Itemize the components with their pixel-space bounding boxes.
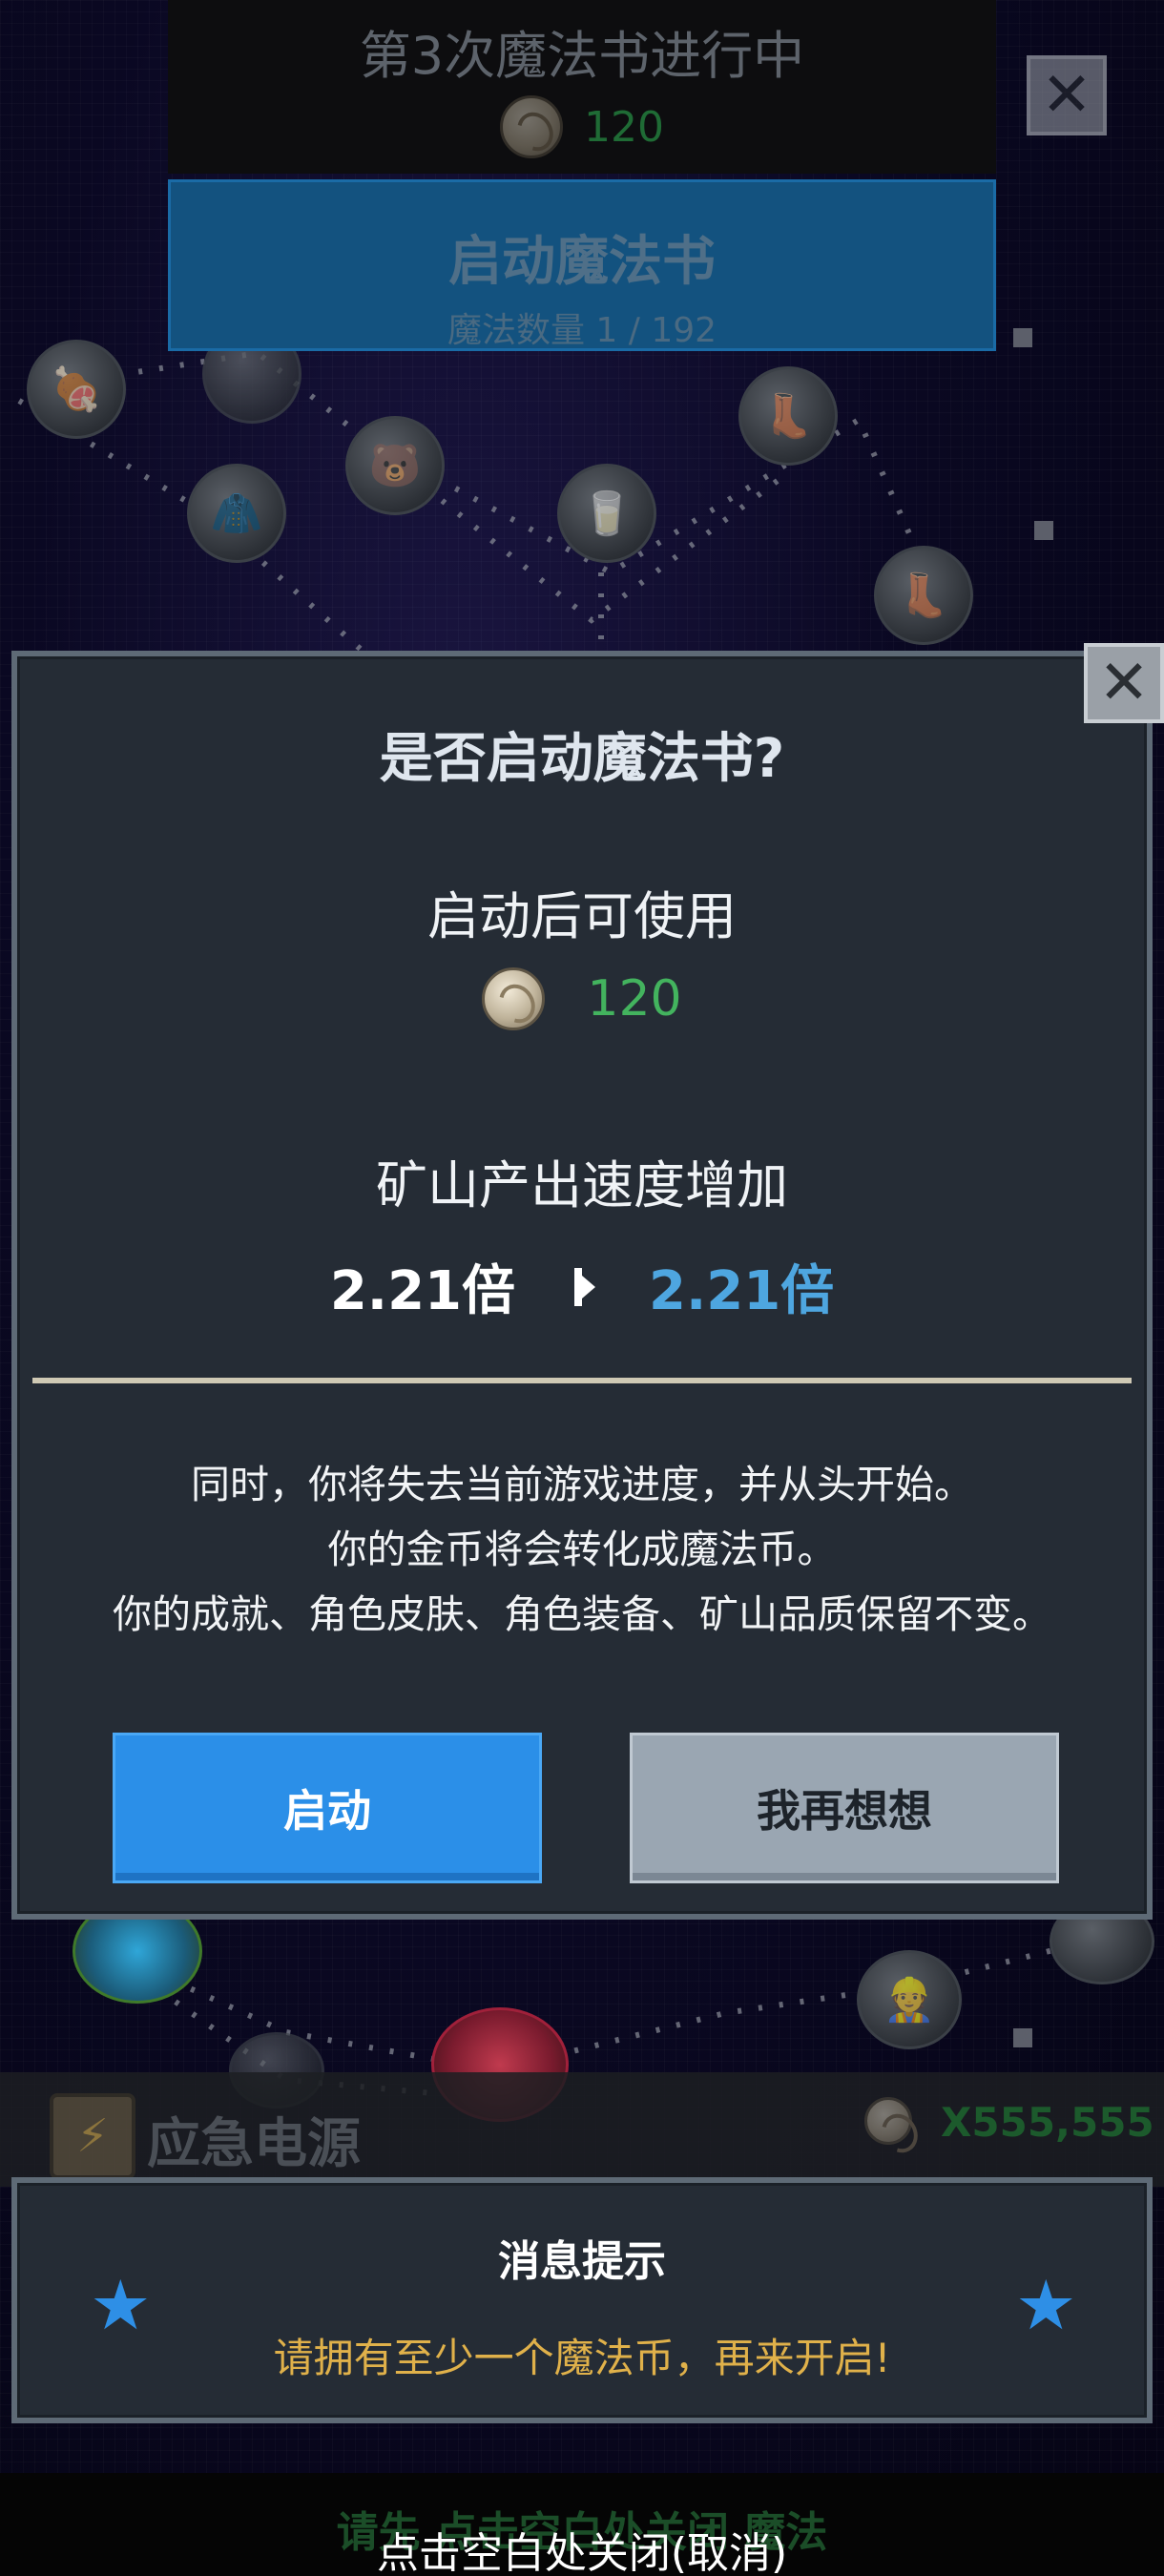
toast-message: 请拥有至少一个魔法币，再来开启! [273,2335,891,2381]
dialog-close-button[interactable]: ✕ [1084,643,1164,723]
notice-line: 你的成就、角色皮肤、角色装备、矿山品质保留不变。 [113,1591,1051,1637]
arrow-right-icon [571,1267,603,1306]
magic-count: 魔法数量 1 / 192 [447,311,717,350]
skill-node-cloth-icon[interactable]: 🧥 [187,464,286,563]
pixel-decoration [1013,328,1032,347]
skill-node-jar-icon[interactable]: 🥛 [557,464,656,563]
emergency-amount: X555,555 [941,2099,1154,2146]
battery-icon: ⚡ [50,2093,135,2179]
speed-multiplier-row: 2.21倍 2.21倍 [17,1248,1147,1325]
after-start-label: 启动后可使用 [427,886,737,946]
emergency-power-bar[interactable]: ⚡ 应急电源 X555,555 [0,2072,1164,2187]
skill-node-miner-icon[interactable]: 👷 [857,1950,962,2049]
divider [32,1378,1132,1383]
dialog-title: 是否启动魔法书? [379,728,785,790]
emergency-power-label: 应急电源 [147,2113,361,2175]
start-magic-book-button[interactable]: 启动魔法书 魔法数量 1 / 192 [168,179,996,351]
tap-to-close-hint[interactable]: 点击空白处关闭(取消) [0,2519,1164,2576]
book-cost-value: 120 [584,102,664,152]
message-toast: ★ 消息提示 请拥有至少一个魔法币，再来开启! ★ [11,2177,1153,2423]
notice-line: 你的金币将会转化成魔法币。 [327,1527,837,1572]
skill-node-bear-icon[interactable]: 🐻 [345,416,445,515]
book-status-title: 第3次魔法书进行中 [359,26,805,86]
book-status-panel: 第3次魔法书进行中 120 [168,0,996,174]
star-icon: ★ [1015,2265,1077,2345]
dialog-cost-value: 120 [587,970,682,1028]
start-magic-book-dialog: 是否启动魔法书? 启动后可使用 120 矿山产出速度增加 2.21倍 2.21倍… [11,651,1153,1920]
magic-coin-icon [482,967,546,1030]
speed-increase-label: 矿山产出速度增加 [376,1155,788,1215]
pixel-decoration [1034,521,1053,540]
footer-hint[interactable]: 请先 点击空白处关闭 魔法 点击空白处关闭(取消) [0,2473,1164,2576]
close-panel-button[interactable]: ✕ [1027,55,1107,135]
notice-line: 同时，你将失去当前游戏进度，并从头开始。 [191,1462,973,1507]
confirm-start-button[interactable]: 启动 [113,1733,542,1883]
dialog-cost-row: 120 [17,967,1147,1030]
start-magic-book-label: 启动魔法书 [448,231,716,293]
toast-title: 消息提示 [498,2237,666,2286]
cancel-button[interactable]: 我再想想 [630,1733,1059,1883]
speed-current: 2.21倍 [329,1260,515,1322]
skill-node-green-boots-icon[interactable]: 👢 [874,546,973,645]
book-cost-row: 120 [168,95,996,158]
notice-text: 同时，你将失去当前游戏进度，并从头开始。 你的金币将会转化成魔法币。 你的成就、… [17,1452,1147,1647]
skill-node-boots-icon[interactable]: 👢 [738,366,838,466]
magic-coin-icon [500,95,563,158]
skill-node-meat-icon[interactable]: 🍖 [27,340,126,439]
close-icon: ✕ [1098,648,1150,718]
pixel-decoration [1013,2028,1032,2047]
coin-icon [864,2097,912,2145]
speed-next: 2.21倍 [649,1260,835,1322]
close-icon: ✕ [1041,60,1092,131]
